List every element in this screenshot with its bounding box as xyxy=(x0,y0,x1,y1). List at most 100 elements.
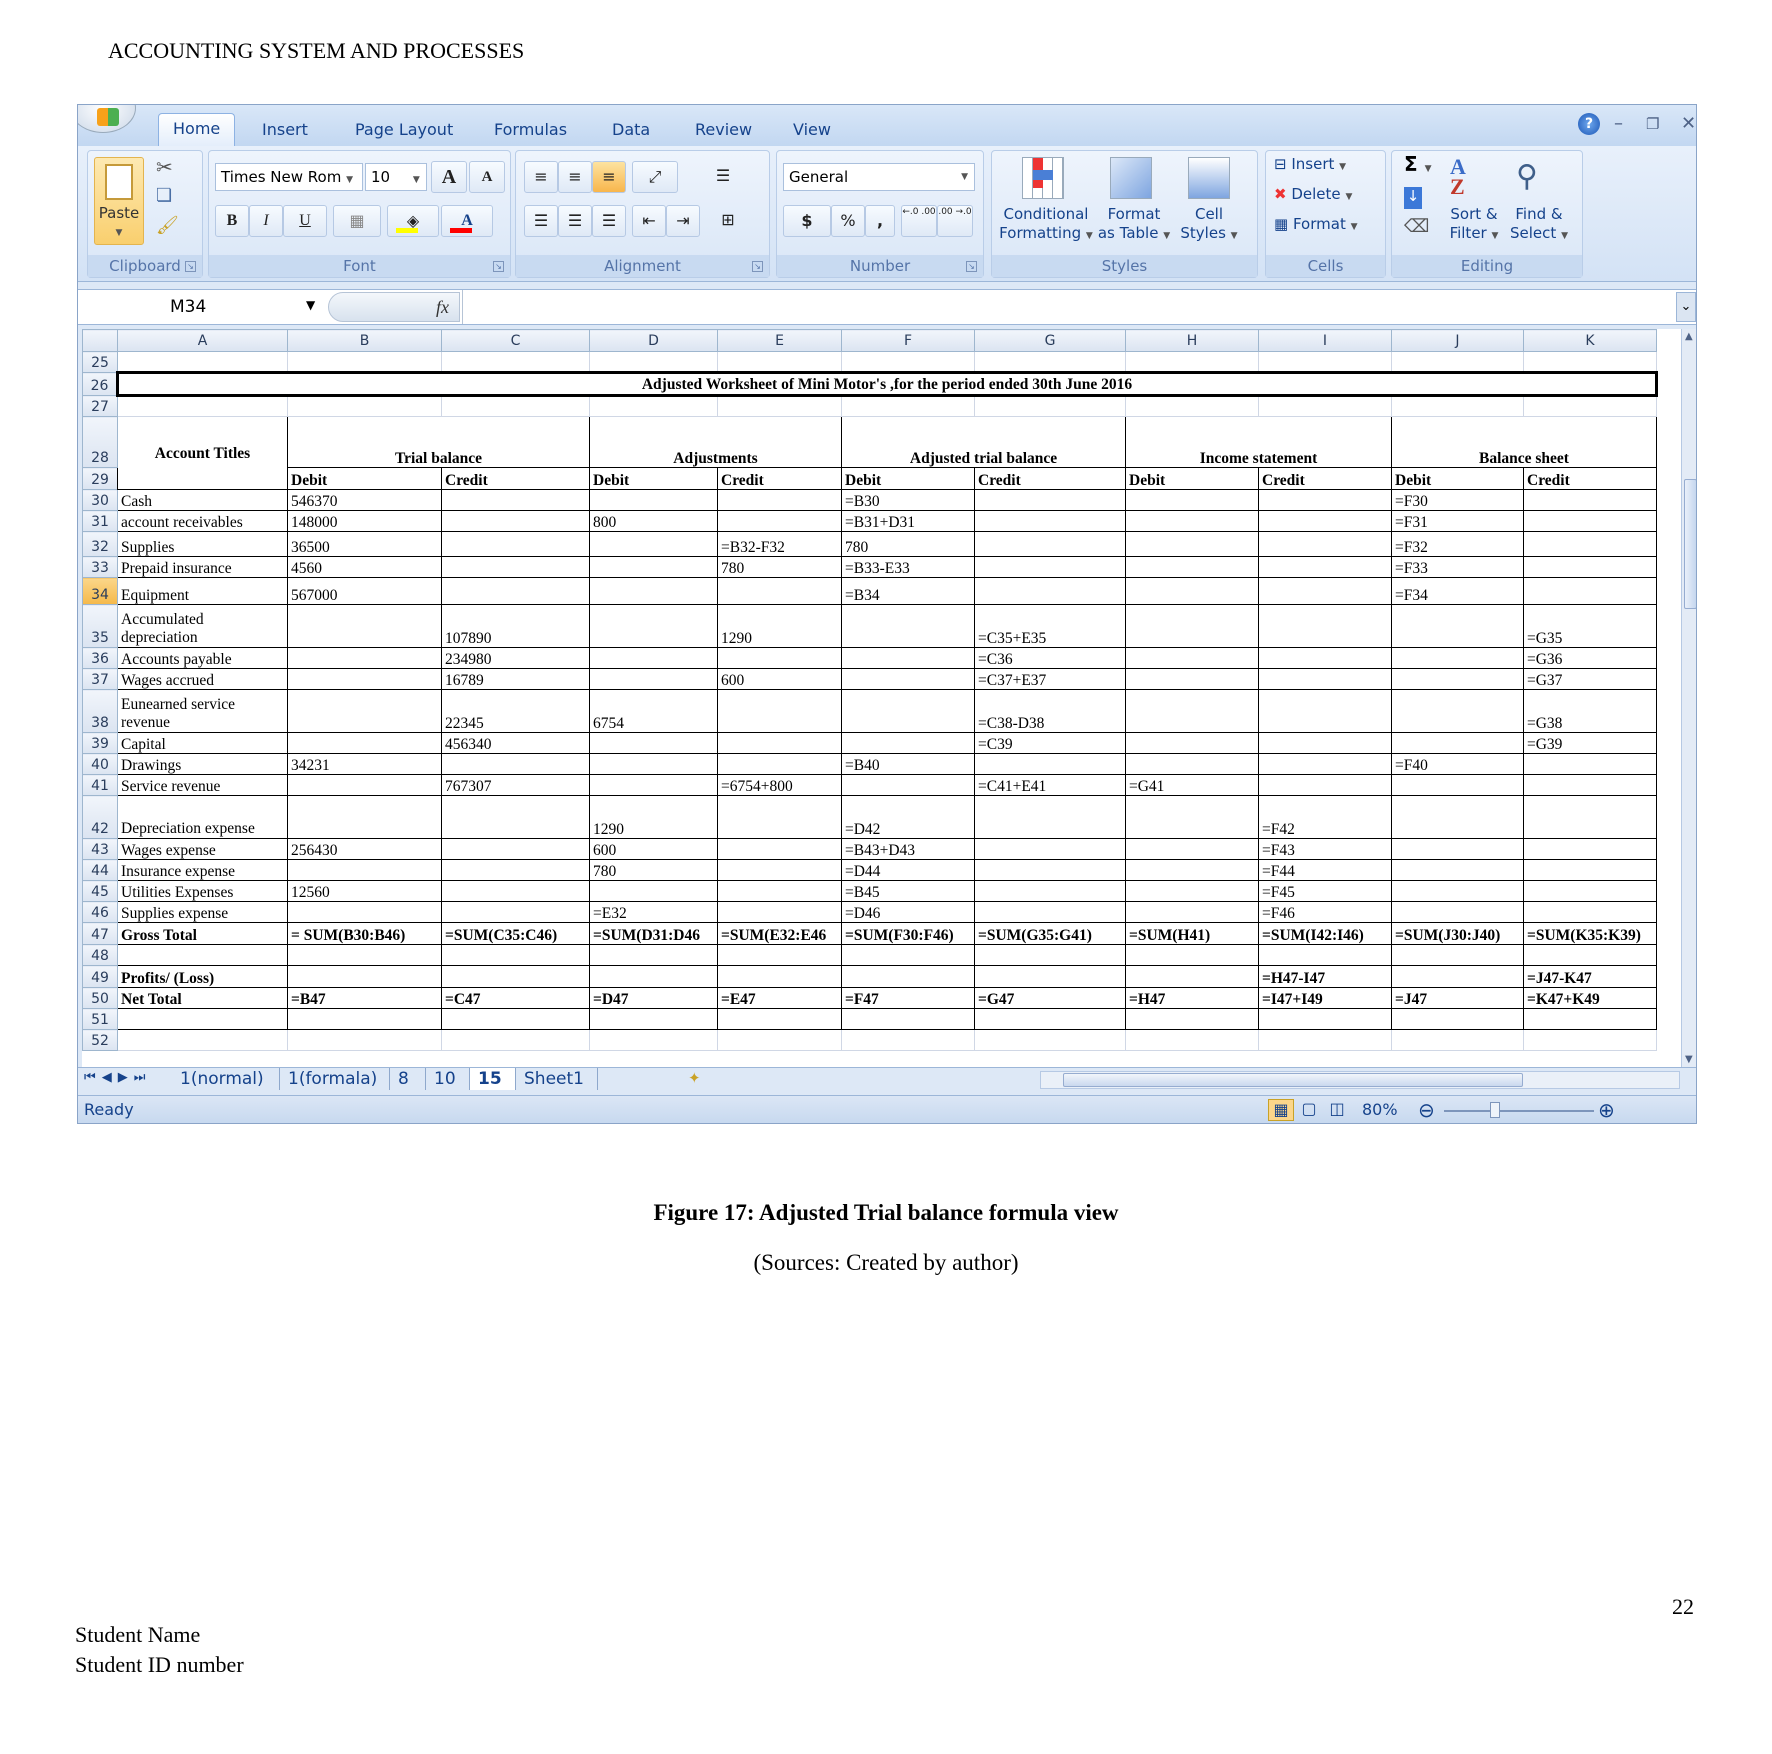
font-color-button[interactable]: A xyxy=(441,205,493,237)
cell-B51[interactable] xyxy=(287,1008,442,1030)
header-trial-balance[interactable]: Trial balance xyxy=(287,416,590,468)
cell[interactable] xyxy=(841,395,975,417)
sort-filter-button[interactable]: Sort & Filter ▼ xyxy=(1442,205,1506,246)
conditional-formatting-button[interactable]: Conditional Formatting ▼ xyxy=(992,205,1100,246)
cell-K45[interactable] xyxy=(1523,880,1657,902)
cell-I50[interactable]: =I47+I49 xyxy=(1258,987,1392,1009)
cell-I35[interactable] xyxy=(1258,604,1392,648)
cell-J40[interactable]: =F40 xyxy=(1391,753,1524,775)
cell-C34[interactable] xyxy=(441,577,590,605)
row-header[interactable]: 52 xyxy=(82,1029,118,1051)
cell[interactable] xyxy=(974,395,1126,417)
cell-E40[interactable] xyxy=(717,753,842,775)
office-button[interactable] xyxy=(78,105,136,133)
cell-F46[interactable]: =D46 xyxy=(841,901,975,923)
cell-H42[interactable] xyxy=(1125,795,1259,839)
cell-J48[interactable] xyxy=(1391,944,1524,966)
tab-data[interactable]: Data xyxy=(598,117,664,146)
help-icon[interactable]: ? xyxy=(1578,113,1600,135)
cell-H37[interactable] xyxy=(1125,668,1259,690)
cell-J32[interactable]: =F32 xyxy=(1391,531,1524,557)
cell-B50[interactable]: =B47 xyxy=(287,987,442,1009)
cell-G35[interactable]: =C35+E35 xyxy=(974,604,1126,648)
align-top-icon[interactable]: ≡ xyxy=(524,161,558,193)
cell-J43[interactable] xyxy=(1391,838,1524,860)
account-title-cell[interactable]: Insurance expense xyxy=(117,859,288,881)
account-title-cell[interactable]: Depreciation expense xyxy=(117,795,288,839)
row-header[interactable]: 41 xyxy=(82,774,118,796)
cell-I46[interactable]: =F46 xyxy=(1258,901,1392,923)
select-all-corner[interactable] xyxy=(82,329,118,352)
cell-C32[interactable] xyxy=(441,531,590,557)
account-title-cell[interactable]: Supplies xyxy=(117,531,288,557)
cell-E43[interactable] xyxy=(717,838,842,860)
cell-B36[interactable] xyxy=(287,647,442,669)
cell-K32[interactable] xyxy=(1523,531,1657,557)
cell-J51[interactable] xyxy=(1391,1008,1524,1030)
account-title-cell[interactable]: Cash xyxy=(117,489,288,511)
row-header[interactable]: 30 xyxy=(82,489,118,511)
cell-F36[interactable] xyxy=(841,647,975,669)
row-header[interactable]: 36 xyxy=(82,647,118,669)
cell-G39[interactable]: =C39 xyxy=(974,732,1126,754)
insert-cells-button[interactable]: ⊟ Insert ▼ xyxy=(1274,155,1346,177)
cell-F32[interactable]: 780 xyxy=(841,531,975,557)
cell-I41[interactable] xyxy=(1258,774,1392,796)
dialog-launcher-icon[interactable]: ↘ xyxy=(966,261,977,272)
cell-G38[interactable]: =C38-D38 xyxy=(974,689,1126,733)
cell-I49[interactable]: =H47-I47 xyxy=(1258,965,1392,988)
row-header[interactable]: 46 xyxy=(82,901,118,923)
cell-K42[interactable] xyxy=(1523,795,1657,839)
cell-G50[interactable]: =G47 xyxy=(974,987,1126,1009)
cell-K46[interactable] xyxy=(1523,901,1657,923)
cell-K30[interactable] xyxy=(1523,489,1657,511)
cell-B35[interactable] xyxy=(287,604,442,648)
align-bottom-icon[interactable]: ≡ xyxy=(592,161,626,193)
cell-E37[interactable]: 600 xyxy=(717,668,842,690)
row-header[interactable]: 28 xyxy=(82,416,118,468)
italic-button[interactable]: I xyxy=(249,205,283,237)
header-adjusted-trial-balance[interactable]: Adjusted trial balance xyxy=(841,416,1126,468)
cell-B34[interactable]: 567000 xyxy=(287,577,442,605)
column-header-G[interactable]: G xyxy=(974,329,1126,352)
cell-D47[interactable]: =SUM(D31:D46 xyxy=(589,922,718,945)
row-header[interactable]: 35 xyxy=(82,604,118,648)
cell-E30[interactable] xyxy=(717,489,842,511)
column-header-E[interactable]: E xyxy=(717,329,842,352)
zoom-slider-thumb[interactable] xyxy=(1490,1102,1500,1118)
cell-K37[interactable]: =G37 xyxy=(1523,668,1657,690)
cell[interactable] xyxy=(974,351,1126,373)
cell-E38[interactable] xyxy=(717,689,842,733)
row-header[interactable]: 27 xyxy=(82,395,118,417)
cell-D43[interactable]: 600 xyxy=(589,838,718,860)
cell-H34[interactable] xyxy=(1125,577,1259,605)
cell-K34[interactable] xyxy=(1523,577,1657,605)
cell-H49[interactable] xyxy=(1125,965,1259,988)
account-title-cell[interactable]: Gross Total xyxy=(117,922,288,945)
cell-I38[interactable] xyxy=(1258,689,1392,733)
row-header[interactable]: 32 xyxy=(82,531,118,557)
bold-button[interactable]: B xyxy=(215,205,249,237)
zoom-out-icon[interactable]: ⊖ xyxy=(1418,1098,1435,1122)
column-header-C[interactable]: C xyxy=(441,329,590,352)
cell-H39[interactable] xyxy=(1125,732,1259,754)
cell-E36[interactable] xyxy=(717,647,842,669)
cell-B38[interactable] xyxy=(287,689,442,733)
cell-D46[interactable]: =E32 xyxy=(589,901,718,923)
cell[interactable] xyxy=(1258,351,1392,373)
cell-I37[interactable] xyxy=(1258,668,1392,690)
horizontal-scrollbar[interactable] xyxy=(1040,1071,1680,1089)
cell-J45[interactable] xyxy=(1391,880,1524,902)
tab-insert[interactable]: Insert xyxy=(248,117,322,146)
cell-K33[interactable] xyxy=(1523,556,1657,578)
cell-G37[interactable]: =C37+E37 xyxy=(974,668,1126,690)
align-middle-icon[interactable]: ≡ xyxy=(558,161,592,193)
subheader-credit[interactable]: Credit xyxy=(1258,467,1392,490)
row-header[interactable]: 43 xyxy=(82,838,118,860)
cell-F35[interactable] xyxy=(841,604,975,648)
cell[interactable] xyxy=(589,395,718,417)
subheader-credit[interactable]: Credit xyxy=(441,467,590,490)
subheader-debit[interactable]: Debit xyxy=(287,467,442,490)
cell-I48[interactable] xyxy=(1258,944,1392,966)
account-title-cell[interactable]: Profits/ (Loss) xyxy=(117,965,288,988)
